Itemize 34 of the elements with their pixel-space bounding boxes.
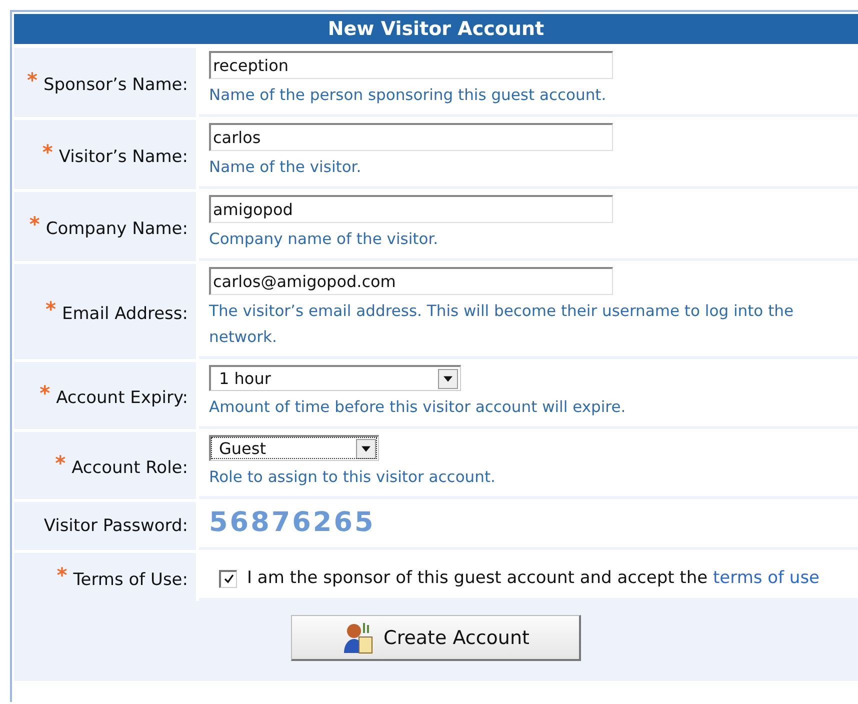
required-mark: * [26, 68, 38, 92]
terms-link[interactable]: terms of use [713, 568, 820, 588]
field-label: Terms of Use: [73, 570, 188, 590]
checkmark-icon [222, 573, 234, 585]
field-hint: Role to assign to this visitor account. [209, 467, 496, 488]
field-label: Visitor Password: [44, 516, 188, 536]
field-label: Account Role: [72, 458, 188, 478]
required-mark: * [42, 140, 53, 164]
terms-text: I am the sponsor of this guest account and accept the [247, 568, 708, 588]
text-field[interactable]: carlos@amigopod.com [209, 267, 613, 295]
checkbox[interactable] [219, 570, 237, 588]
required-mark: * [29, 212, 40, 236]
create-account-button[interactable]: Create Account [291, 615, 581, 661]
form-title: New Visitor Account [14, 14, 858, 44]
required-mark: * [46, 297, 56, 321]
dropdown[interactable]: Guest [209, 435, 379, 461]
field-hint: Name of the visitor. [209, 157, 362, 178]
text-field[interactable]: carlos [209, 123, 613, 151]
field-label: Email Address: [62, 304, 188, 324]
field-hint: Name of the person sponsoring this guest account. [209, 85, 608, 106]
field-label: Company Name: [46, 219, 188, 239]
field-hint: The visitor’s email address. This will become their username to log into the network. [209, 301, 795, 348]
field-hint: Amount of time before this visitor account will expire. [209, 397, 627, 418]
field-label: Visitor’s Name: [58, 147, 188, 167]
field-label: Sponsor’s Name: [43, 75, 188, 95]
text-field[interactable]: reception [209, 51, 613, 79]
required-mark: * [56, 562, 68, 586]
field-hint: Company name of the visitor. [209, 229, 440, 250]
text-field[interactable]: amigopod [209, 195, 613, 223]
dropdown[interactable]: 1 hour [209, 365, 461, 391]
password-value: 56876265 [209, 506, 376, 540]
required-mark: * [40, 381, 50, 405]
required-mark: * [55, 451, 66, 475]
field-label: Account Expiry: [56, 388, 188, 408]
